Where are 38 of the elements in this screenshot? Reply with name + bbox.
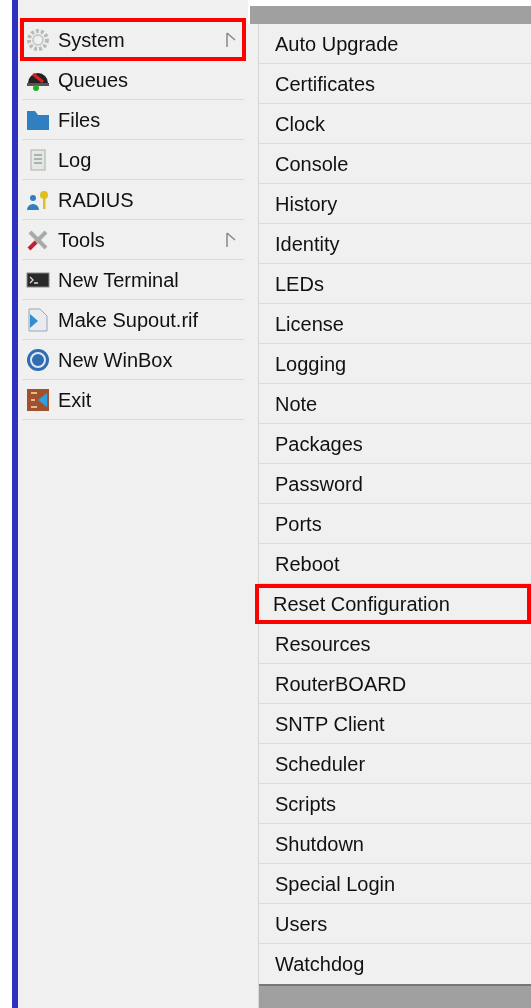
menu-item[interactable]: System: [22, 20, 244, 59]
globe-icon: [26, 347, 50, 372]
submenu-item[interactable]: History: [259, 185, 531, 222]
menu-item[interactable]: New Terminal: [22, 260, 244, 299]
submenu-item[interactable]: Console: [259, 145, 531, 182]
submenu-item[interactable]: Identity: [259, 225, 531, 262]
menu-item[interactable]: Queues: [22, 60, 244, 99]
submenu-item[interactable]: Certificates: [259, 65, 531, 102]
menu-item[interactable]: Make Supout.rif: [22, 300, 244, 339]
submenu-item[interactable]: Ports: [259, 505, 531, 542]
submenu-item[interactable]: Reset Configuration: [257, 585, 529, 622]
submenu-item[interactable]: Shutdown: [259, 825, 531, 862]
submenu-item[interactable]: Special Login: [259, 865, 531, 902]
gear-icon: [26, 27, 50, 52]
submenu-item[interactable]: Password: [259, 465, 531, 502]
file-play-icon: [26, 307, 50, 332]
submenu-item[interactable]: Packages: [259, 425, 531, 462]
submenu-item[interactable]: LEDs: [259, 265, 531, 302]
menu-item[interactable]: Log: [22, 140, 244, 179]
submenu-item[interactable]: Clock: [259, 105, 531, 142]
submenu-item[interactable]: Scripts: [259, 785, 531, 822]
exit-icon: [26, 387, 50, 412]
submenu-item[interactable]: Logging: [259, 345, 531, 382]
submenu-item[interactable]: Reboot: [259, 545, 531, 582]
menu-item[interactable]: Exit: [22, 380, 244, 419]
submenu-item[interactable]: Note: [259, 385, 531, 422]
submenu-item[interactable]: SNTP Client: [259, 705, 531, 742]
menu-item[interactable]: RADIUS: [22, 180, 244, 219]
submenu-item[interactable]: License: [259, 305, 531, 342]
submenu-item[interactable]: Auto Upgrade: [259, 25, 531, 62]
menu-item[interactable]: Files: [22, 100, 244, 139]
submenu-item[interactable]: Resources: [259, 625, 531, 662]
menu-item[interactable]: New WinBox: [22, 340, 244, 379]
submenu-item[interactable]: Watchdog: [259, 946, 531, 982]
submenu-item[interactable]: Scheduler: [259, 745, 531, 782]
submenu-item[interactable]: RouterBOARD: [259, 665, 531, 702]
menu-item[interactable]: Tools: [22, 220, 244, 259]
submenu-item[interactable]: Users: [259, 905, 531, 942]
